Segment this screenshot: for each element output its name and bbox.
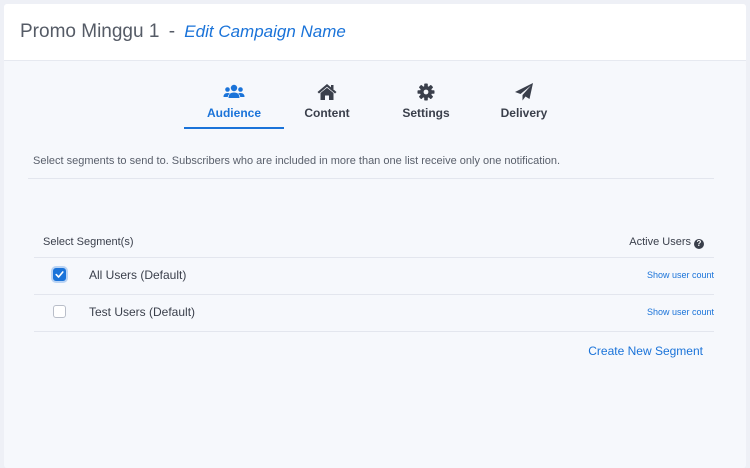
campaign-header: Promo Minggu 1 - Edit Campaign Name bbox=[4, 4, 746, 61]
home-icon bbox=[317, 84, 337, 100]
wizard-tabs: Audience Content Settings Delivery bbox=[4, 64, 746, 134]
tab-settings-label: Settings bbox=[402, 106, 450, 120]
active-users-label: Active Users bbox=[629, 236, 691, 248]
tab-delivery[interactable]: Delivery bbox=[474, 82, 574, 130]
segment-checkbox-test-users[interactable] bbox=[53, 305, 66, 318]
tab-audience-label: Audience bbox=[206, 106, 261, 120]
segment-label: Test Users (Default) bbox=[89, 305, 196, 319]
select-segments-header: Select Segment(s) bbox=[43, 236, 134, 248]
campaign-card: Promo Minggu 1 - Edit Campaign Name Audi… bbox=[4, 4, 746, 468]
paper-plane-icon bbox=[515, 83, 533, 101]
show-user-count-link[interactable]: Show user count bbox=[647, 307, 714, 317]
page-title: Promo Minggu 1 - Edit Campaign Name bbox=[20, 21, 346, 43]
tab-audience[interactable]: Audience bbox=[184, 82, 284, 130]
question-circle-icon[interactable]: ? bbox=[694, 239, 704, 249]
edit-campaign-name-link[interactable]: Edit Campaign Name bbox=[184, 22, 346, 41]
create-new-segment-link[interactable]: Create New Segment bbox=[588, 344, 703, 358]
active-users-header: Active Users? bbox=[629, 236, 704, 249]
segment-label: All Users (Default) bbox=[89, 268, 187, 282]
tab-settings[interactable]: Settings bbox=[376, 82, 476, 130]
row-divider bbox=[34, 331, 714, 332]
tab-content-label: Content bbox=[304, 106, 350, 120]
campaign-name: Promo Minggu 1 bbox=[20, 21, 160, 42]
instruction-divider bbox=[28, 178, 714, 179]
gear-icon bbox=[417, 83, 435, 101]
segment-row-all-users: All Users (Default) Show user count bbox=[34, 257, 714, 294]
checkmark-icon bbox=[55, 271, 64, 278]
show-user-count-link[interactable]: Show user count bbox=[647, 270, 714, 280]
tab-delivery-label: Delivery bbox=[500, 106, 548, 120]
segment-instructions: Select segments to send to. Subscribers … bbox=[33, 155, 561, 167]
users-icon bbox=[223, 84, 245, 98]
segment-row-test-users: Test Users (Default) Show user count bbox=[34, 294, 714, 331]
tab-content[interactable]: Content bbox=[277, 82, 377, 130]
title-separator: - bbox=[168, 21, 176, 42]
active-tab-indicator bbox=[184, 127, 284, 129]
segment-checkbox-all-users[interactable] bbox=[53, 268, 66, 281]
